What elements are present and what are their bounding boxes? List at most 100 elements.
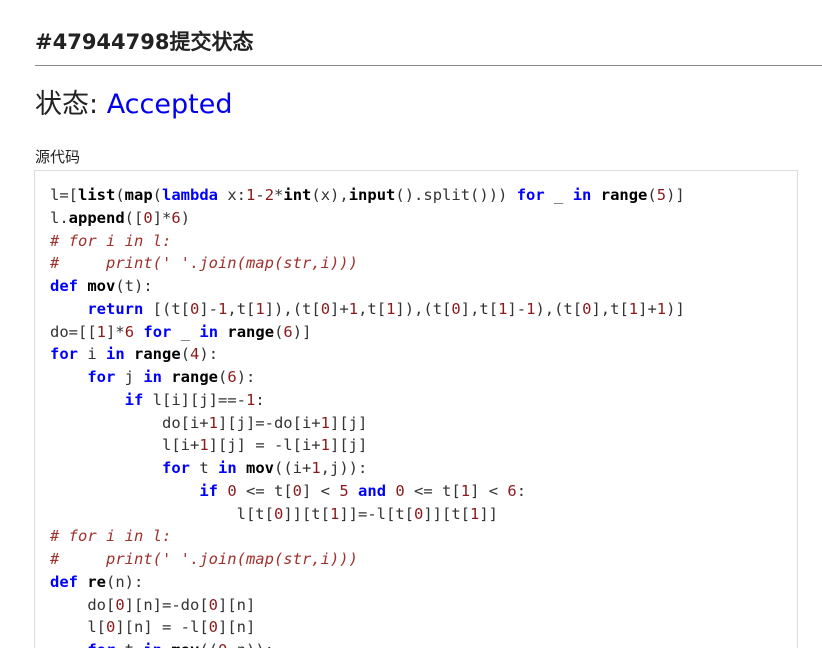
code-token: 5 [339,481,349,500]
code-token: ( [152,186,163,204]
code-token: ): [236,368,256,386]
code-token: 0 [273,504,284,523]
code-token: 0 [143,208,153,227]
code-line: def mov(t): [50,275,685,298]
code-token: 1 [96,322,107,341]
code-token: x: [218,186,247,204]
code-line: for j in range(6): [50,366,685,389]
code-token: l=[ [50,186,78,204]
code-token: for [143,322,172,341]
code-token: def [50,572,78,591]
code-token: ([ [124,208,144,227]
code-token: for [161,459,190,477]
code-token: ][j] [329,436,368,455]
code-token: 1 [656,299,667,318]
code-token: if [124,390,144,409]
code-line: # print(' '.join(map(str,i))) [50,252,685,275]
code-token: int [283,186,312,204]
code-token: ],t[ [460,299,499,318]
code-token: 1 [245,390,256,409]
code-line: # print(' '.join(map(str,i))) [50,548,685,571]
code-token: ( [115,186,125,204]
code-token: * [274,186,284,204]
code-token: ,n)): [227,641,274,648]
code-token: in [572,186,592,204]
code-token: (n): [106,572,144,591]
code-line: do=[[1]*6 for _ in range(6)] [50,321,685,344]
code-token: (x), [311,186,349,204]
code-token: do[i+ [50,413,209,432]
code-token: for [87,368,116,386]
code-token: ]]=-l[t[ [339,504,414,523]
code-token: l[i+ [50,436,200,455]
code-token: ][j] [329,413,368,432]
code-token: : [255,390,265,409]
code-token: 1 [320,436,330,455]
code-token: range [600,186,648,204]
code-line: l=[list(map(lambda x:1-2*int(x),input().… [50,184,685,207]
code-token: list [78,186,116,204]
code-token: [(t[ [143,299,190,318]
code-token: 6 [283,322,293,341]
code-line: if l[i][j]==-1: [50,389,685,412]
code-line: do[0][n]=-do[0][n] [50,594,685,617]
code-token: def [50,277,78,295]
status-line: 状态: Accepted [35,87,232,123]
code-token: ]][t[ [283,504,330,523]
code-token: 0 [190,299,200,318]
code-token: ]* [106,322,125,341]
code-token: )] [666,186,685,204]
code-token: 1 [628,299,639,318]
code-token: 0 [115,595,125,614]
code-token: ) [180,208,191,227]
code-token: l[t[ [50,504,274,523]
code-token: _ [171,322,200,341]
code-token: ( [218,368,228,386]
code-token: 0 [208,595,219,614]
code-token: (( [199,641,218,648]
code-token: mov [171,641,199,648]
code-line: # for i in l: [50,230,685,253]
source-code-block[interactable]: l=[list(map(lambda x:1-2*int(x),input().… [34,170,798,648]
code-token: ][n] = -l[ [115,618,209,637]
code-token: 0 [218,641,227,648]
code-token: 0 [320,299,331,318]
code-token: # for i in l: [50,527,172,546]
code-token: 1 [246,186,256,204]
code-token: ,t[ [227,299,256,318]
title-divider [35,65,822,66]
code-token: for [516,186,545,204]
code-token: i [78,345,106,364]
code-line: for t in mov((i+1,j)): [50,457,685,480]
code-token: 1 [470,504,480,523]
code-token: and [358,481,387,500]
code-token: l[ [50,618,106,637]
status-value[interactable]: Accepted [107,89,233,120]
code-token: 6 [171,208,181,227]
code-token: input [348,186,396,204]
status-label: 状态: [35,89,107,120]
code-token: for [87,641,115,648]
code-token: t [115,641,143,648]
code-line: def re(n): [50,571,685,594]
code-token: l[i][j]==- [143,390,246,409]
code-token: mov [87,277,116,295]
code-line: do[i+1][j]=-do[i+1][j] [50,412,685,435]
code-token: ],t[ [591,299,629,318]
code-token: ][n] [218,618,256,637]
code-token: 0 [413,504,424,523]
code-token: 1 [320,413,330,432]
code-token: 1 [208,413,218,432]
code-token: _ [544,186,573,204]
code-token: t [189,459,218,477]
code-line: l.append([0]*6) [50,207,685,230]
